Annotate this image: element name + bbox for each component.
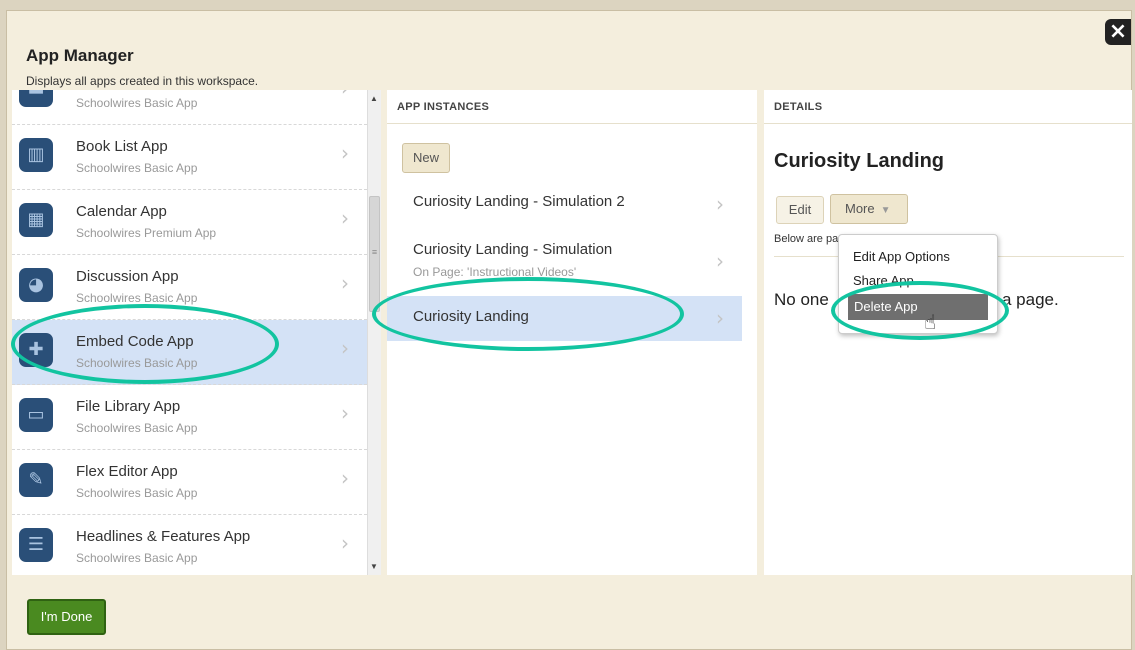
menu-item-edit-app-options[interactable]: Edit App Options	[853, 249, 950, 264]
instance-list-item[interactable]: Curiosity Landing - Simulation 2 ›	[387, 185, 742, 225]
app-type: Schoolwires Basic App	[76, 551, 198, 565]
menu-item-delete-app[interactable]: Delete App	[848, 294, 988, 320]
app-name: Flex Editor App	[76, 463, 178, 480]
folder-icon: ▭	[19, 398, 53, 432]
chevron-right-icon: ›	[341, 90, 349, 98]
no-pages-message: No one a page.	[774, 290, 1059, 310]
details-title: Curiosity Landing	[774, 150, 944, 172]
puzzle-icon: ✚	[19, 333, 53, 367]
chevron-right-icon: ›	[341, 141, 349, 165]
chevron-right-icon: ›	[341, 466, 349, 490]
app-list-item-file-library[interactable]: ▭ File Library App Schoolwires Basic App…	[12, 385, 367, 450]
scroll-down-arrow-icon[interactable]: ▼	[370, 562, 378, 571]
apps-list-panel: ▬ Schoolwires Basic App › ▥ Book List Ap…	[12, 90, 367, 575]
im-done-button[interactable]: I'm Done	[27, 599, 106, 635]
chevron-right-icon: ›	[341, 206, 349, 230]
no-pages-message-start: No one	[774, 290, 829, 309]
calendar-icon: ▦	[19, 203, 53, 237]
new-instance-button[interactable]: New	[402, 143, 450, 173]
app-type: Schoolwires Premium App	[76, 226, 217, 240]
app-name: Headlines & Features App	[76, 528, 251, 545]
chevron-right-icon: ›	[341, 401, 349, 425]
app-type: Schoolwires Basic App	[76, 356, 198, 370]
list-icon: ☰	[19, 528, 53, 562]
grip-icon: ≡	[371, 247, 378, 257]
chat-bubbles-icon: ◕	[19, 268, 53, 302]
app-name: Book List App	[76, 138, 168, 155]
scrollbar-thumb[interactable]: ≡	[369, 196, 380, 312]
chevron-right-icon: ›	[716, 306, 724, 330]
chevron-right-icon: ›	[716, 192, 724, 216]
instance-list-item-selected[interactable]: Curiosity Landing ›	[387, 296, 742, 341]
app-list-item-headlines[interactable]: ☰ Headlines & Features App Schoolwires B…	[12, 515, 367, 575]
edit-pencil-icon: ✎	[19, 463, 53, 497]
generic-app-icon: ▬	[19, 90, 53, 107]
app-type: Schoolwires Basic App	[76, 291, 198, 305]
app-type: Schoolwires Basic App	[76, 486, 198, 500]
more-dropdown-menu: Edit App Options Share App Delete App	[838, 234, 998, 334]
app-instances-panel: APP INSTANCES New Curiosity Landing - Si…	[387, 90, 757, 575]
book-icon: ▥	[19, 138, 53, 172]
app-name: Calendar App	[76, 203, 167, 220]
instance-page: On Page: 'Instructional Videos'	[413, 265, 577, 279]
app-list-item-embed-code[interactable]: ✚ Embed Code App Schoolwires Basic App ›	[12, 320, 367, 385]
app-list-item-calendar[interactable]: ▦ Calendar App Schoolwires Premium App ›	[12, 190, 367, 255]
app-type: Schoolwires Basic App	[76, 161, 198, 175]
caret-down-icon: ▼	[880, 205, 891, 216]
app-name: Embed Code App	[76, 333, 194, 350]
scroll-up-arrow-icon[interactable]: ▲	[370, 94, 378, 103]
chevron-right-icon: ›	[716, 249, 724, 273]
chevron-right-icon: ›	[341, 271, 349, 295]
apps-list-scrollbar[interactable]: ▲ ≡ ▼	[367, 90, 381, 575]
details-header: DETAILS	[764, 90, 1132, 124]
hand-pointer-cursor-icon: ☝	[924, 310, 937, 334]
app-instances-header: APP INSTANCES	[387, 90, 757, 124]
chevron-right-icon: ›	[341, 336, 349, 360]
app-list-item-flex-editor[interactable]: ✎ Flex Editor App Schoolwires Basic App …	[12, 450, 367, 515]
app-type: Schoolwires Basic App	[76, 421, 198, 435]
instance-name: Curiosity Landing - Simulation 2	[413, 193, 625, 210]
modal-title: App Manager	[26, 46, 134, 65]
edit-button[interactable]: Edit	[776, 196, 824, 224]
close-icon[interactable]: ×	[1105, 19, 1131, 45]
no-pages-message-end: a page.	[1002, 290, 1059, 309]
instance-list-item[interactable]: Curiosity Landing - Simulation On Page: …	[387, 231, 742, 287]
chevron-right-icon: ›	[341, 531, 349, 555]
menu-item-share-app[interactable]: Share App	[853, 273, 914, 288]
app-type: Schoolwires Basic App	[76, 96, 198, 110]
instance-name: Curiosity Landing	[413, 308, 529, 325]
app-list-item[interactable]: ▬ Schoolwires Basic App ›	[12, 90, 367, 125]
app-name: Discussion App	[76, 268, 179, 285]
modal-subtitle: Displays all apps created in this worksp…	[26, 74, 259, 88]
more-button[interactable]: More ▼	[830, 194, 908, 224]
app-name: File Library App	[76, 398, 181, 415]
app-list-item-discussion[interactable]: ◕ Discussion App Schoolwires Basic App ›	[12, 255, 367, 320]
app-list-item-book-list[interactable]: ▥ Book List App Schoolwires Basic App ›	[12, 125, 367, 190]
more-label: More	[845, 201, 875, 216]
instance-name: Curiosity Landing - Simulation	[413, 241, 613, 258]
